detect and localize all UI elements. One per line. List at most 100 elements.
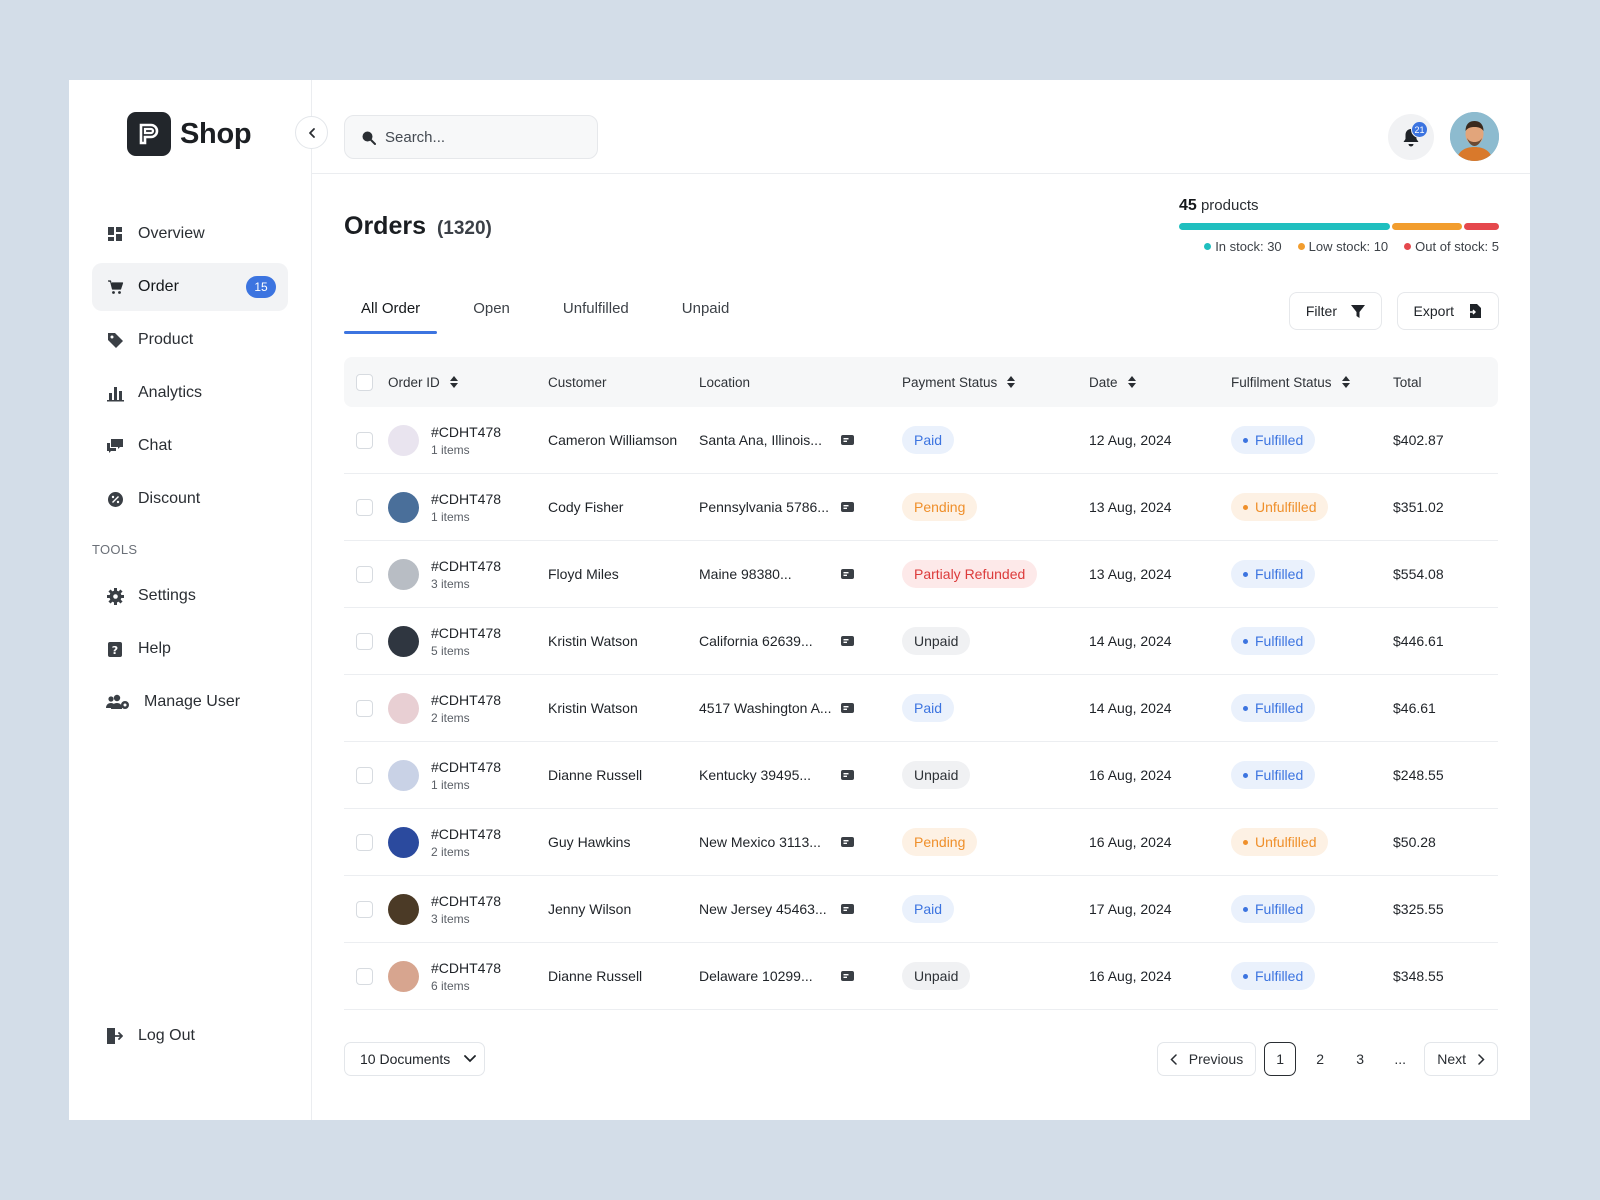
sidebar-item-settings[interactable]: Settings [92,572,288,620]
search-input[interactable] [385,128,585,146]
payment-status-badge: Unpaid [902,627,971,655]
previous-label: Previous [1188,1051,1244,1067]
status-dot-icon [1243,906,1248,912]
notifications-button[interactable]: 21 [1388,114,1434,160]
sidebar-item-discount[interactable]: Discount [92,475,288,523]
order-id[interactable]: #CDHT478 [431,826,501,842]
row-checkbox[interactable] [356,498,373,516]
map-card-icon[interactable] [841,770,854,780]
col-payment-status[interactable]: Payment Status [902,375,1089,390]
order-id[interactable]: #CDHT478 [431,558,501,574]
map-card-icon[interactable] [841,971,854,981]
fulfilment-status-label: Unfulfilled [1255,834,1317,850]
order-date: 16 Aug, 2024 [1089,767,1172,783]
collapse-sidebar-button[interactable] [295,116,328,149]
tab-unfulfilled[interactable]: Unfulfilled [546,294,646,334]
map-card-icon[interactable] [841,837,854,847]
product-thumbnail [388,960,419,992]
map-card-icon[interactable] [841,904,854,914]
order-item-count: 3 items [431,576,470,591]
tab-open[interactable]: Open [456,294,527,334]
tab-all-order[interactable]: All Order [344,294,438,334]
order-id[interactable]: #CDHT478 [431,692,501,708]
table-row[interactable]: #CDHT478 1 items Cody Fisher Pennsylvania 5… [344,474,1498,541]
order-id[interactable]: #CDHT478 [431,960,501,976]
order-item-count: 6 items [431,978,470,993]
order-id[interactable]: #CDHT478 [431,424,501,440]
order-total: $402.87 [1393,432,1444,448]
table-row[interactable]: #CDHT478 1 items Cameron Williamson Santa A… [344,407,1498,474]
table-row[interactable]: #CDHT478 3 items Floyd Miles Maine 98380...… [344,541,1498,608]
page-size-select[interactable]: 10 Documents [344,1042,485,1076]
table-row[interactable]: #CDHT478 2 items Guy Hawkins New Mexico 311… [344,809,1498,876]
export-button[interactable]: Export [1396,292,1499,330]
topbar: 21 [312,80,1530,174]
table-row[interactable]: #CDHT478 3 items Jenny Wilson New Jersey 45… [344,876,1498,943]
col-fulfilment-status[interactable]: Fulfilment Status [1231,375,1393,390]
select-all-checkbox[interactable] [356,373,373,391]
search-icon [362,131,376,145]
row-checkbox[interactable] [356,833,373,851]
col-order-id-label: Order ID [388,374,440,390]
filter-button[interactable]: Filter [1288,292,1382,330]
sidebar: Shop Overview Order 15 Product Analytics [69,80,328,1120]
legend-low-stock: Low stock: 10 [1297,239,1388,254]
search-box[interactable] [344,115,598,159]
sidebar-item-chat[interactable]: Chat [92,422,288,470]
fulfilment-status-badge: Fulfilled [1231,962,1316,990]
fulfilment-status-label: Unfulfilled [1255,499,1317,515]
logout-button[interactable]: Log Out [106,1027,195,1045]
order-id[interactable]: #CDHT478 [431,893,501,909]
previous-page-button[interactable]: Previous [1156,1042,1257,1076]
row-checkbox[interactable] [356,766,373,784]
chevron-right-icon [1478,1053,1485,1065]
sidebar-item-manage-user[interactable]: Manage User [92,678,288,726]
sidebar-item-product[interactable]: Product [92,316,288,364]
table-row[interactable]: #CDHT478 1 items Dianne Russell Kentucky 39… [344,742,1498,809]
legend-dot-icon [1204,243,1212,250]
page-2-button[interactable]: 2 [1304,1042,1336,1076]
fulfilment-status-badge: Fulfilled [1231,560,1316,588]
row-checkbox[interactable] [356,900,373,918]
tools-nav: Settings ? Help Manage User [92,572,288,731]
order-id[interactable]: #CDHT478 [431,759,501,775]
stock-heading: 45 products [1179,197,1499,215]
page-1-button[interactable]: 1 [1264,1042,1297,1076]
brand[interactable]: Shop [127,112,252,156]
sidebar-item-overview[interactable]: Overview [92,210,288,258]
row-checkbox[interactable] [356,699,373,717]
sidebar-item-help[interactable]: ? Help [92,625,288,673]
avatar[interactable] [1450,112,1499,161]
map-card-icon[interactable] [841,435,854,445]
order-id[interactable]: #CDHT478 [431,491,501,507]
table-row[interactable]: #CDHT478 5 items Kristin Watson California … [344,608,1498,675]
sidebar-item-analytics[interactable]: Analytics [92,369,288,417]
col-order-id[interactable]: Order ID [388,375,548,390]
stock-bar-out-of-stock [1463,223,1499,230]
app-window: Shop Overview Order 15 Product Analytics [69,80,1530,1120]
table-row[interactable]: #CDHT478 6 items Dianne Russell Delaware 10… [344,943,1498,1010]
product-thumbnail [388,424,419,456]
fulfilment-status-badge: Unfulfilled [1231,828,1329,856]
map-card-icon[interactable] [841,703,854,713]
tab-unpaid[interactable]: Unpaid [665,294,747,334]
next-page-button[interactable]: Next [1424,1042,1498,1076]
status-dot-icon [1243,437,1248,443]
fulfilment-status-label: Fulfilled [1255,566,1304,582]
row-checkbox[interactable] [356,967,373,985]
page-title-text: Orders [344,212,426,240]
order-id[interactable]: #CDHT478 [431,625,501,641]
page-3-button[interactable]: 3 [1344,1042,1376,1076]
sidebar-item-order[interactable]: Order 15 [92,263,288,311]
row-checkbox[interactable] [356,565,373,583]
table-row[interactable]: #CDHT478 2 items Kristin Watson 4517 Washin… [344,675,1498,742]
col-date[interactable]: Date [1089,375,1231,390]
row-checkbox[interactable] [356,632,373,650]
map-card-icon[interactable] [841,636,854,646]
location-text: Kentucky 39495... [699,767,812,783]
row-checkbox[interactable] [356,431,373,449]
filter-label: Filter [1305,303,1337,319]
map-card-icon[interactable] [841,569,854,579]
order-item-count: 1 items [431,442,470,457]
map-card-icon[interactable] [841,502,854,512]
